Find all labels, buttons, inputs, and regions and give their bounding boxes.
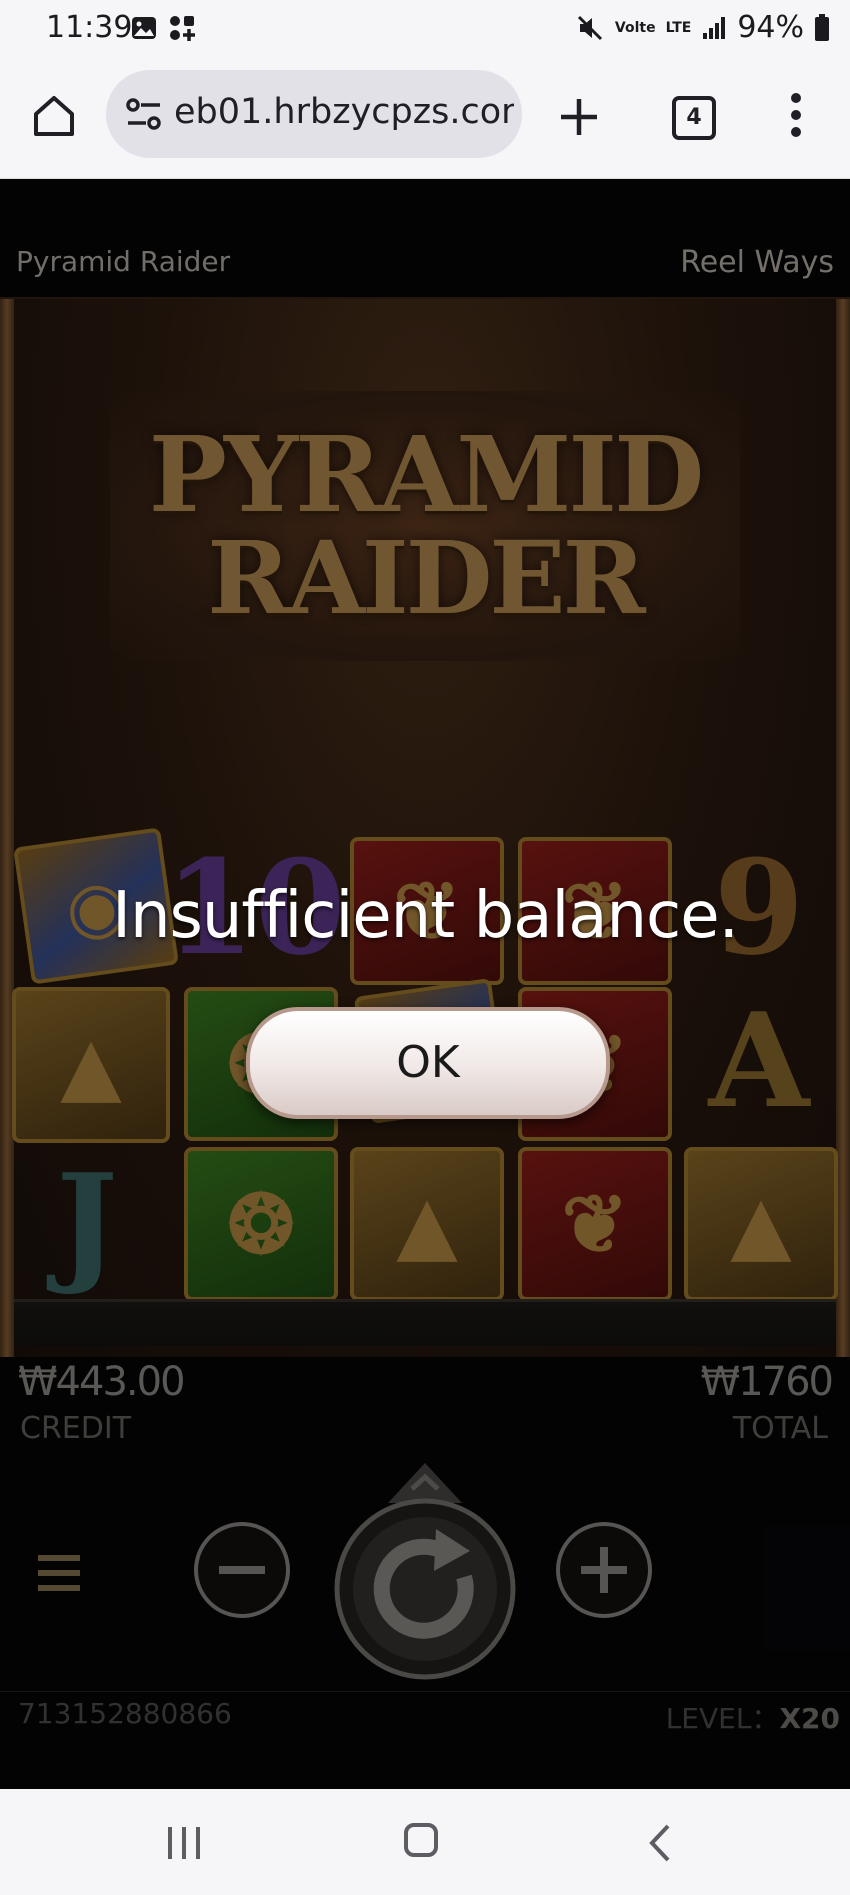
notification-icons xyxy=(130,14,196,42)
ok-button[interactable]: OK xyxy=(246,1007,610,1119)
new-tab-icon[interactable] xyxy=(556,94,602,140)
nav-home-icon[interactable] xyxy=(404,1823,438,1857)
signal-icon xyxy=(703,16,726,39)
battery-icon xyxy=(815,13,829,41)
gallery-icon xyxy=(132,17,156,39)
apps-icon xyxy=(170,16,195,41)
status-right: Volte LTE 94% xyxy=(575,10,830,45)
system-nav-bar xyxy=(0,1789,850,1895)
more-options-icon[interactable] xyxy=(784,90,808,140)
back-icon[interactable] xyxy=(648,1823,672,1863)
battery-percent: 94% xyxy=(737,10,804,45)
lte-label: LTE xyxy=(665,19,692,36)
mute-icon xyxy=(577,15,602,40)
recent-apps-icon[interactable] xyxy=(164,1825,204,1861)
url-text: eb01.hrbzycpzs.com xyxy=(174,92,514,132)
tab-switcher-button[interactable]: 4 xyxy=(672,96,716,140)
game-canvas: Pyramid Raider Reel Ways PYRAMID RAIDER … xyxy=(0,179,850,1789)
address-bar[interactable]: eb01.hrbzycpzs.com xyxy=(106,70,522,158)
site-settings-icon[interactable] xyxy=(124,96,164,132)
modal-overlay xyxy=(0,179,850,1789)
status-bar: 11:39 Volte LTE 94% xyxy=(0,0,850,58)
browser-toolbar: eb01.hrbzycpzs.com 4 xyxy=(0,58,850,179)
home-icon[interactable] xyxy=(30,92,78,140)
insufficient-balance-message: Insufficient balance. xyxy=(112,879,739,953)
status-time: 11:39 xyxy=(46,10,133,45)
volte-label: Volte xyxy=(614,19,656,36)
